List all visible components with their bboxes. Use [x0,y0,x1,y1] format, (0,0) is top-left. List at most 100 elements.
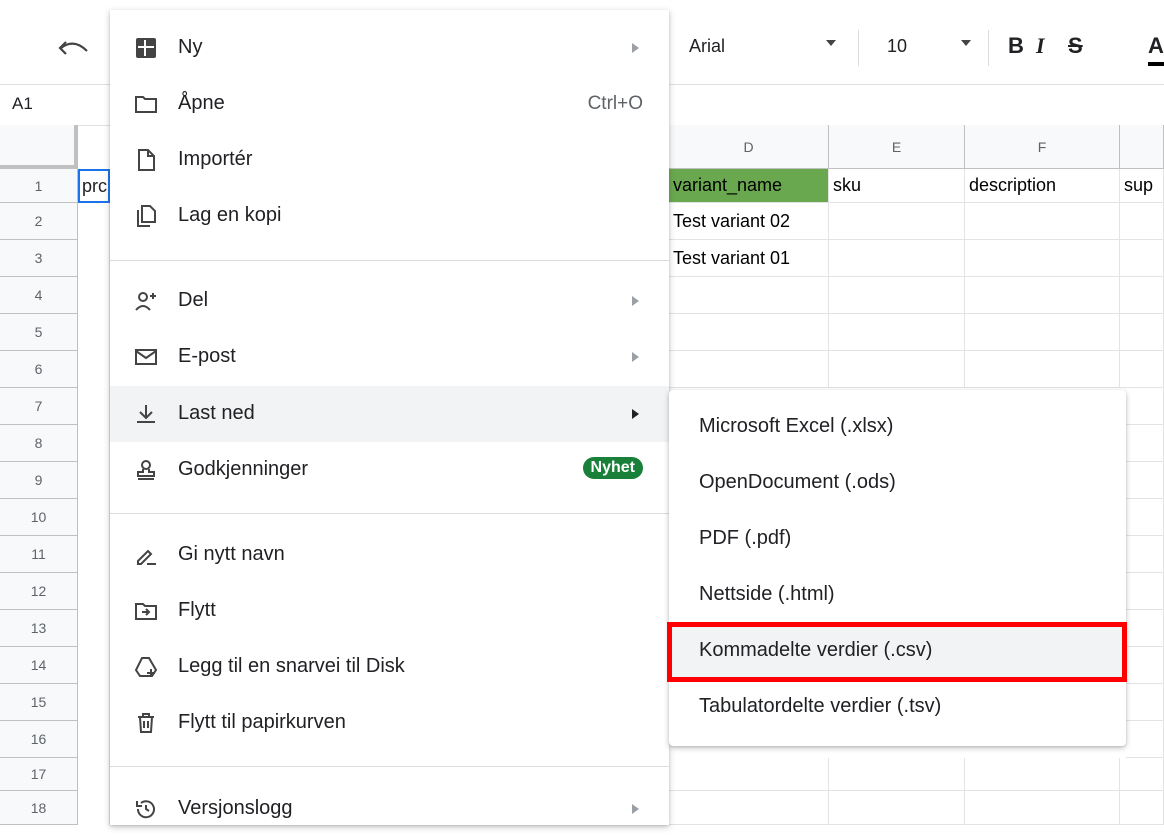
cell[interactable] [1120,314,1164,351]
cell[interactable] [1126,684,1164,721]
cell-e3[interactable] [829,240,965,277]
row-header[interactable]: 10 [0,499,78,536]
italic-button[interactable]: I [1036,33,1045,59]
font-size-dropdown-icon[interactable] [961,40,971,46]
row-header[interactable]: 8 [0,425,78,462]
cell-g2[interactable] [1120,203,1164,240]
row-header[interactable]: 6 [0,351,78,388]
cell[interactable] [1126,462,1164,499]
column-header-e[interactable]: E [829,125,965,169]
cell-f2[interactable] [965,203,1120,240]
name-box[interactable]: A1 [12,94,33,114]
cell[interactable] [965,314,1120,351]
cell[interactable] [669,791,829,825]
shortcut-label: Ctrl+O [587,93,643,114]
row-header[interactable]: 14 [0,647,78,684]
cell[interactable] [1120,351,1164,388]
cell[interactable] [829,277,965,314]
cell-d2[interactable]: Test variant 02 [669,203,829,240]
column-a-cells[interactable] [78,203,110,825]
cell[interactable] [829,791,965,825]
row-header[interactable]: 2 [0,203,78,240]
cell-e2[interactable] [829,203,965,240]
download-tsv[interactable]: Tabulatordelte verdier (.tsv) [669,678,1126,734]
row-header[interactable]: 15 [0,684,78,721]
download-html[interactable]: Nettside (.html) [669,566,1126,622]
cell-f3[interactable] [965,240,1120,277]
menu-item-move[interactable]: Flytt [110,583,669,639]
cell-d3[interactable]: Test variant 01 [669,240,829,277]
strikethrough-button[interactable]: S [1068,33,1083,59]
download-xlsx[interactable]: Microsoft Excel (.xlsx) [669,398,1126,454]
row-header[interactable]: 12 [0,573,78,610]
cell[interactable] [1126,610,1164,647]
menu-item-make-copy[interactable]: Lag en kopi [110,188,669,244]
submenu-arrow-icon [632,43,639,53]
cell[interactable] [1126,499,1164,536]
row-header[interactable]: 11 [0,536,78,573]
menu-item-open[interactable]: Åpne Ctrl+O [110,76,669,132]
cell[interactable] [965,277,1120,314]
undo-icon[interactable] [58,36,90,60]
cell-g1[interactable]: sup [1120,169,1164,203]
cell[interactable] [1120,758,1164,791]
menu-item-version-history[interactable]: Versjonslogg [110,781,669,837]
cell[interactable] [1126,536,1164,573]
download-ods[interactable]: OpenDocument (.ods) [669,454,1126,510]
cell-d1[interactable]: variant_name [669,169,829,203]
cell[interactable] [1126,647,1164,684]
menu-item-trash[interactable]: Flytt til papirkurven [110,695,669,751]
cell[interactable] [965,351,1120,388]
cell[interactable] [1126,573,1164,610]
menu-item-share[interactable]: Del [110,273,669,329]
text-color-button[interactable]: A [1148,33,1164,59]
row-header[interactable]: 5 [0,314,78,351]
cell[interactable] [1126,425,1164,462]
row-header[interactable]: 7 [0,388,78,425]
cell[interactable] [1126,721,1164,758]
cell[interactable] [669,277,829,314]
row-header[interactable]: 3 [0,240,78,277]
menu-item-new[interactable]: Ny [110,20,669,76]
cell[interactable] [1120,791,1164,825]
font-size-select[interactable]: 10 [887,36,907,57]
menu-item-label: Åpne [178,92,225,114]
cell-f1[interactable]: description [965,169,1120,203]
cell[interactable] [965,758,1120,791]
menu-item-email[interactable]: E-post [110,329,669,385]
row-header[interactable]: 16 [0,721,78,758]
cell[interactable] [829,758,965,791]
cell[interactable] [669,758,829,791]
font-family-select[interactable]: Arial [689,36,725,57]
column-header-f[interactable]: F [965,125,1120,169]
menu-item-label: Legg til en snarvei til Disk [178,655,405,677]
cell[interactable] [1126,388,1164,425]
menu-item-label: Gi nytt navn [178,543,285,565]
cell[interactable] [829,351,965,388]
row-header[interactable]: 18 [0,791,78,825]
cell-e1[interactable]: sku [829,169,965,203]
row-header[interactable]: 1 [0,169,78,203]
column-header-d[interactable]: D [669,125,829,169]
cell[interactable] [1120,277,1164,314]
menu-item-add-shortcut[interactable]: Legg til en snarvei til Disk [110,639,669,695]
row-header[interactable]: 17 [0,758,78,791]
row-header[interactable]: 4 [0,277,78,314]
menu-item-download[interactable]: Last ned [110,386,669,442]
cell[interactable] [669,314,829,351]
select-all-corner[interactable] [0,125,78,169]
menu-item-import[interactable]: Importér [110,132,669,188]
row-header[interactable]: 9 [0,462,78,499]
selected-cell-a1[interactable]: prc [78,169,110,203]
download-pdf[interactable]: PDF (.pdf) [669,510,1126,566]
cell[interactable] [669,351,829,388]
bold-button[interactable]: B [1008,33,1024,59]
cell[interactable] [829,314,965,351]
column-header-g[interactable] [1120,125,1164,169]
cell[interactable] [965,791,1120,825]
cell-g3[interactable] [1120,240,1164,277]
row-header[interactable]: 13 [0,610,78,647]
font-family-dropdown-icon[interactable] [826,40,836,46]
menu-item-approvals[interactable]: Godkjenninger Nyhet [110,442,669,498]
menu-item-rename[interactable]: Gi nytt navn [110,527,669,583]
